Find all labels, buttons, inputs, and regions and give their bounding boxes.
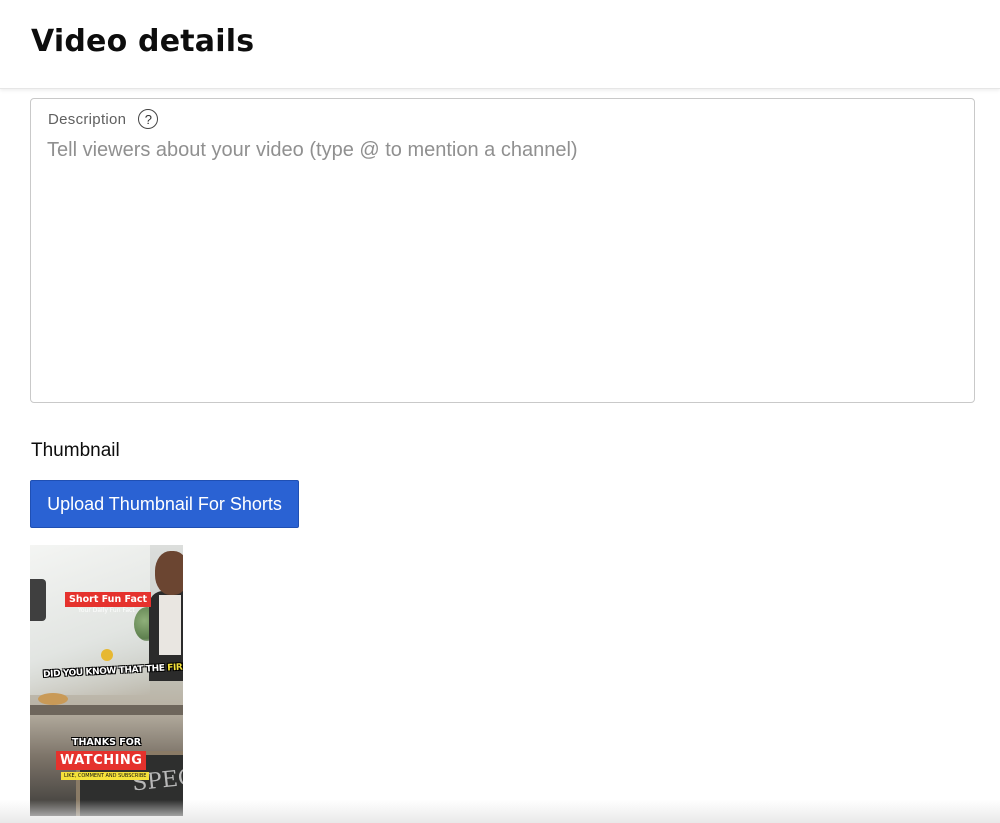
medal-icon bbox=[101, 649, 113, 661]
description-input[interactable] bbox=[47, 139, 947, 379]
description-label-row: Description ? bbox=[48, 109, 159, 129]
thumbnail-preview[interactable]: SPECIA Short Fun Fact Your Daily Fun Fac… bbox=[30, 545, 183, 816]
thumbnail-coffee-machine bbox=[30, 579, 46, 621]
thumbnail-watching-subtext: LIKE, COMMENT AND SUBSCRIBE bbox=[61, 772, 150, 780]
thumbnail-watching-text: WATCHING bbox=[56, 751, 147, 770]
video-details-page: Video details Description ? Thumbnail Up… bbox=[0, 0, 1000, 823]
thumbnail-person bbox=[149, 551, 183, 681]
thumbnail-thanks-text: THANKS FOR bbox=[72, 737, 142, 748]
page-title: Video details bbox=[31, 24, 255, 59]
description-field[interactable]: Description ? bbox=[30, 98, 975, 403]
description-label: Description bbox=[48, 110, 127, 128]
upload-thumbnail-button[interactable]: Upload Thumbnail For Shorts bbox=[30, 480, 299, 528]
thumbnail-pastry bbox=[38, 693, 68, 705]
thumbnail-badge-subtitle: Your Daily Fun Fact bbox=[78, 607, 135, 614]
thumbnail-badge-title: Short Fun Fact bbox=[65, 592, 152, 607]
thumbnail-caption-highlight: FIRST bbox=[166, 662, 183, 674]
thumbnail-counter bbox=[30, 705, 183, 715]
thumbnail-section-title: Thumbnail bbox=[31, 440, 120, 461]
help-circle-icon[interactable]: ? bbox=[138, 109, 159, 129]
header: Video details bbox=[0, 0, 1000, 89]
bottom-fade bbox=[0, 800, 1000, 823]
